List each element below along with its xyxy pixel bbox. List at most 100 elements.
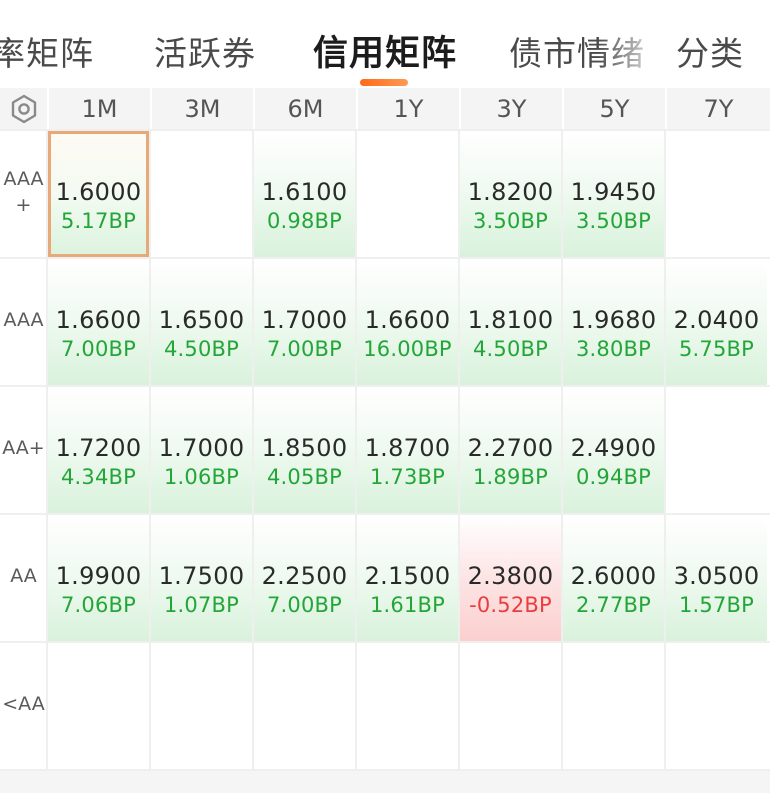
rating-label: <AA xyxy=(2,693,45,715)
yield-value: 1.8500 xyxy=(261,434,348,462)
matrix-cell[interactable]: 1.7000 7.00BP xyxy=(254,259,355,385)
matrix-settings-button[interactable] xyxy=(0,88,47,130)
yield-value: 1.7000 xyxy=(261,306,348,334)
tenor-header-row: 1M 3M 6M 1Y 3Y 5Y 7Y xyxy=(0,88,770,130)
grid-line xyxy=(0,257,770,259)
yield-value: 1.7200 xyxy=(55,434,142,462)
matrix-cell[interactable]: 2.2500 7.00BP xyxy=(254,515,355,641)
matrix-cell-empty[interactable] xyxy=(357,643,458,769)
yield-change: 5.75BP xyxy=(678,337,755,361)
tab-bond-sentiment[interactable]: 债市情绪 xyxy=(509,30,645,78)
yield-change: 4.05BP xyxy=(266,465,343,489)
matrix-cell[interactable]: 1.6500 4.50BP xyxy=(151,259,252,385)
matrix-cell-empty[interactable] xyxy=(563,643,664,769)
tenor-header-1y: 1Y xyxy=(356,88,459,130)
matrix-cell[interactable]: 2.4900 0.94BP xyxy=(563,387,664,513)
yield-value: 1.6600 xyxy=(55,306,142,334)
yield-change: 3.50BP xyxy=(575,209,652,233)
rating-label: AAA xyxy=(3,309,44,331)
yield-value: 1.6500 xyxy=(158,306,245,334)
grid-line xyxy=(149,130,151,770)
matrix-cell[interactable]: 1.6600 7.00BP xyxy=(48,259,149,385)
yield-value: 2.1500 xyxy=(364,562,451,590)
matrix-cell[interactable]: 1.8200 3.50BP xyxy=(460,131,561,257)
matrix-cell[interactable]: 2.2700 1.89BP xyxy=(460,387,561,513)
yield-change: 1.73BP xyxy=(369,465,446,489)
yield-value: 1.8100 xyxy=(467,306,554,334)
yield-value: 2.2500 xyxy=(261,562,348,590)
yield-change: 3.80BP xyxy=(575,337,652,361)
matrix-cell[interactable]: 1.8100 4.50BP xyxy=(460,259,561,385)
yield-change: 1.61BP xyxy=(369,593,446,617)
matrix-cell-empty[interactable] xyxy=(48,643,149,769)
yield-value: 2.0400 xyxy=(673,306,760,334)
matrix-cell-empty[interactable] xyxy=(666,643,767,769)
matrix-cell[interactable]: 1.8500 4.05BP xyxy=(254,387,355,513)
tab-category[interactable]: 分类 xyxy=(676,30,744,78)
yield-value: 2.3800 xyxy=(467,562,554,590)
matrix-cell[interactable]: 1.8700 1.73BP xyxy=(357,387,458,513)
yield-value: 2.4900 xyxy=(570,434,657,462)
matrix-cell[interactable]: 1.7000 1.06BP xyxy=(151,387,252,513)
yield-change: 1.57BP xyxy=(678,593,755,617)
yield-change: 1.06BP xyxy=(163,465,240,489)
matrix-cell-empty[interactable] xyxy=(460,643,561,769)
matrix-cell[interactable]: 2.3800 -0.52BP xyxy=(460,515,561,641)
grid-line xyxy=(252,130,254,770)
matrix-cell[interactable]: 2.6000 2.77BP xyxy=(563,515,664,641)
yield-change: 7.00BP xyxy=(266,337,343,361)
matrix-cell[interactable]: 2.0400 5.75BP xyxy=(666,259,767,385)
matrix-cell[interactable]: 1.6000 5.17BP xyxy=(48,131,149,257)
matrix-cell[interactable]: 1.6100 0.98BP xyxy=(254,131,355,257)
matrix-cell[interactable]: 1.9450 3.50BP xyxy=(563,131,664,257)
matrix-bottom-bar xyxy=(0,771,770,793)
rating-label: AAA + xyxy=(3,168,44,216)
hexagon-gear-icon xyxy=(11,94,36,124)
yield-value: 1.6600 xyxy=(364,306,451,334)
matrix-cell[interactable]: 1.7200 4.34BP xyxy=(48,387,149,513)
tenor-header-1m: 1M xyxy=(47,88,150,130)
matrix-cell-empty[interactable] xyxy=(666,131,767,257)
yield-change: 4.50BP xyxy=(163,337,240,361)
yield-change: 7.06BP xyxy=(60,593,137,617)
yield-change: 4.34BP xyxy=(60,465,137,489)
yield-change: 5.17BP xyxy=(60,209,137,233)
tenor-header-5y: 5Y xyxy=(562,88,665,130)
rating-label: AA+ xyxy=(2,437,45,459)
credit-matrix-table: 1M 3M 6M 1Y 3Y 5Y 7Y AAA + 1.6000 5.17BP 1.6100 0.9… xyxy=(0,88,770,793)
tab-credit-matrix[interactable]: 信用矩阵 xyxy=(313,30,457,78)
grid-line xyxy=(0,513,770,515)
yield-value: 2.6000 xyxy=(570,562,657,590)
yield-change: 4.50BP xyxy=(472,337,549,361)
matrix-cell[interactable]: 2.1500 1.61BP xyxy=(357,515,458,641)
grid-line xyxy=(0,641,770,643)
tab-rate-matrix[interactable]: 率矩阵 xyxy=(0,30,94,78)
tenor-header-7y: 7Y xyxy=(665,88,770,130)
matrix-cell-empty[interactable] xyxy=(357,131,458,257)
yield-value: 2.2700 xyxy=(467,434,554,462)
tab-active-bonds[interactable]: 活跃券 xyxy=(154,30,256,78)
yield-change: 7.00BP xyxy=(60,337,137,361)
grid-line xyxy=(46,130,48,770)
yield-value: 3.0500 xyxy=(673,562,760,590)
yield-change: 2.77BP xyxy=(575,593,652,617)
matrix-cell[interactable]: 1.7500 1.07BP xyxy=(151,515,252,641)
matrix-cell[interactable]: 3.0500 1.57BP xyxy=(666,515,767,641)
tenor-header-3m: 3M xyxy=(150,88,253,130)
grid-line xyxy=(0,129,770,131)
matrix-cell[interactable]: 1.6600 16.00BP xyxy=(357,259,458,385)
yield-value: 1.7500 xyxy=(158,562,245,590)
yield-change: -0.52BP xyxy=(469,593,552,617)
matrix-cell[interactable]: 1.9680 3.80BP xyxy=(563,259,664,385)
yield-change: 16.00BP xyxy=(363,337,452,361)
credit-matrix-screen: 率矩阵 活跃券 信用矩阵 债市情绪 分类 1M 3M 6M 1Y 3Y 5Y 7Y AAA +… xyxy=(0,0,770,793)
matrix-cell-empty[interactable] xyxy=(151,643,252,769)
grid-line xyxy=(0,385,770,387)
rating-label: AA xyxy=(10,565,37,587)
yield-value: 1.9680 xyxy=(570,306,657,334)
matrix-cell-empty[interactable] xyxy=(151,131,252,257)
matrix-cell[interactable]: 1.9900 7.06BP xyxy=(48,515,149,641)
matrix-cell-empty[interactable] xyxy=(666,387,767,513)
yield-value: 1.9900 xyxy=(55,562,142,590)
matrix-cell-empty[interactable] xyxy=(254,643,355,769)
